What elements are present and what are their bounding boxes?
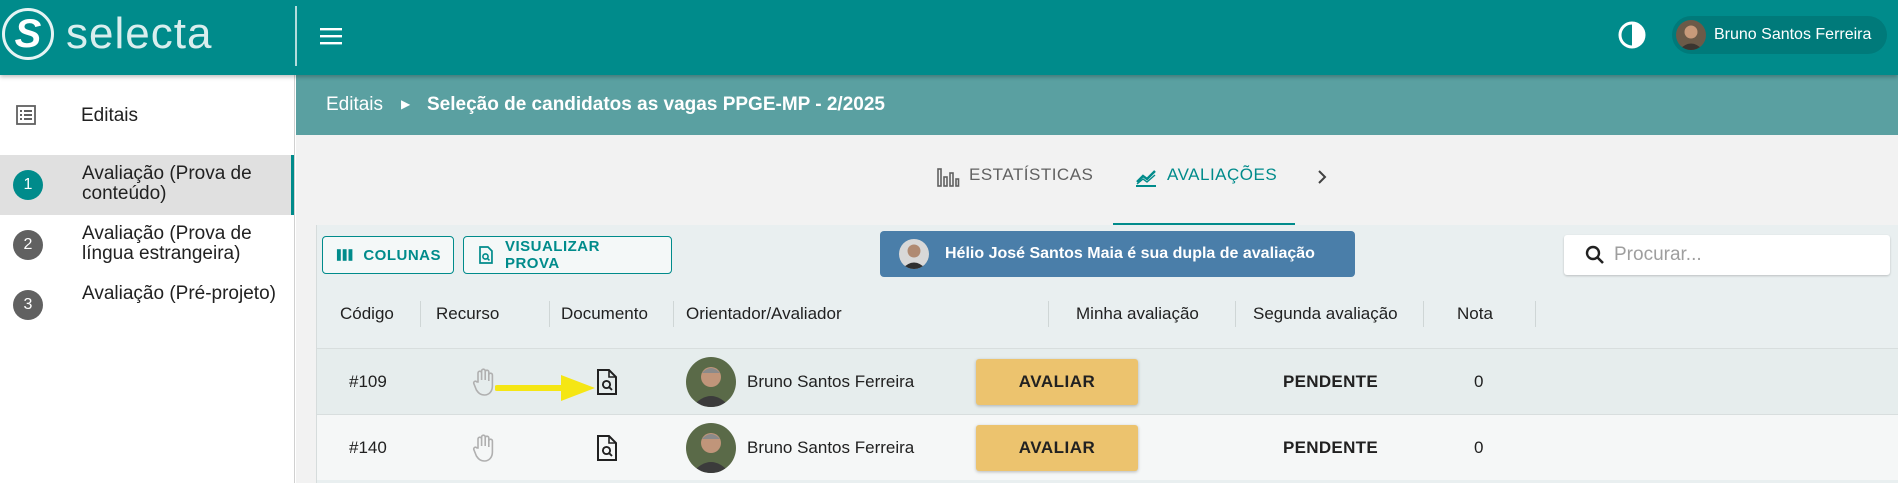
step-label: Avaliação (Prova de conteúdo) — [82, 163, 252, 204]
chevron-right-icon[interactable] — [1312, 167, 1332, 187]
column-divider — [1423, 301, 1424, 327]
search-input[interactable] — [1614, 244, 1874, 266]
document-icon[interactable] — [594, 415, 620, 481]
step-number-badge: 2 — [13, 230, 43, 260]
annotation-arrow-icon — [495, 375, 595, 401]
grade-value: 0 — [1474, 372, 1484, 391]
document-search-icon — [479, 246, 493, 264]
list-icon — [16, 105, 36, 125]
column-divider — [673, 301, 674, 327]
column-divider — [420, 301, 421, 327]
table-row[interactable]: #140 Bruno Santos Ferreira AVALIAR PENDE… — [317, 414, 1898, 480]
hand-icon[interactable] — [471, 349, 497, 415]
search-icon — [1585, 245, 1604, 264]
evaluate-button[interactable]: AVALIAR — [976, 425, 1138, 471]
menu-icon[interactable] — [316, 22, 346, 50]
column-header-documento[interactable]: Documento — [561, 289, 648, 339]
avatar — [686, 357, 736, 407]
tab-avaliacoes[interactable]: AVALIAÇÕES — [1134, 165, 1277, 223]
pair-message: Hélio José Santos Maia é sua dupla de av… — [945, 245, 1315, 262]
hand-icon[interactable] — [471, 415, 497, 481]
columns-icon — [336, 249, 353, 261]
column-divider — [549, 301, 550, 327]
tab-estatisticas[interactable]: ESTATÍSTICAS — [936, 165, 1093, 223]
table-header: Código Recurso Documento Orientador/Aval… — [317, 289, 1898, 339]
breadcrumb: Editais ▶ Seleção de candidatos as vagas… — [296, 75, 1898, 135]
advisor-name: Bruno Santos Ferreira — [747, 372, 915, 391]
advisor-cell: Bruno Santos Ferreira — [686, 349, 914, 415]
column-header-recurso[interactable]: Recurso — [436, 289, 499, 339]
evaluation-pair-banner: Hélio José Santos Maia é sua dupla de av… — [880, 231, 1355, 277]
sidebar-step-3[interactable]: 3 Avaliação (Pré-projeto) — [0, 275, 294, 335]
logo-mark: S — [2, 8, 54, 60]
sidebar-item-label: Editais — [81, 105, 139, 126]
top-app-bar: S selecta Bruno Santos Ferreira — [0, 0, 1898, 75]
avatar — [1676, 20, 1706, 50]
grade-value: 0 — [1474, 438, 1484, 457]
column-header-codigo[interactable]: Código — [340, 289, 394, 339]
step-label: Avaliação (Pré-projeto) — [82, 283, 276, 304]
evaluate-button[interactable]: AVALIAR — [976, 359, 1138, 405]
column-divider — [1048, 301, 1049, 327]
column-header-minha-avaliacao[interactable]: Minha avaliação — [1076, 289, 1199, 339]
user-name: Bruno Santos Ferreira — [1714, 26, 1872, 43]
trending-up-icon — [1136, 170, 1156, 187]
column-divider — [1235, 301, 1236, 327]
avatar — [686, 423, 736, 473]
columns-label: COLUNAS — [363, 246, 441, 264]
advisor-name: Bruno Santos Ferreira — [747, 438, 915, 457]
step-number-badge: 1 — [13, 170, 43, 200]
row-code: #140 — [349, 438, 387, 457]
row-code: #109 — [349, 372, 387, 391]
step-number-badge: 3 — [13, 290, 43, 320]
tab-bar: ESTATÍSTICAS AVALIAÇÕES — [296, 135, 1898, 226]
breadcrumb-editais-link[interactable]: Editais — [326, 94, 383, 116]
avatar — [899, 239, 929, 269]
advisor-cell: Bruno Santos Ferreira — [686, 415, 914, 481]
view-exam-button[interactable]: VISUALIZAR PROVA — [463, 236, 672, 274]
sidebar-item-editais[interactable]: Editais — [0, 95, 294, 135]
column-header-orientador[interactable]: Orientador/Avaliador — [686, 289, 842, 339]
bar-chart-icon — [937, 168, 960, 187]
tab-label: AVALIAÇÕES — [1167, 165, 1278, 184]
sidebar-step-1[interactable]: 1 Avaliação (Prova de conteúdo) — [0, 155, 294, 215]
columns-button[interactable]: COLUNAS — [322, 236, 454, 274]
app-logo[interactable]: S selecta — [2, 8, 212, 60]
user-menu[interactable]: Bruno Santos Ferreira — [1672, 16, 1888, 54]
sidebar: Editais 1 Avaliação (Prova de conteúdo) … — [0, 75, 295, 483]
contrast-icon[interactable] — [1617, 20, 1647, 50]
view-exam-label: VISUALIZAR PROVA — [504, 238, 600, 272]
tab-label: ESTATÍSTICAS — [969, 165, 1094, 184]
logo-text: selecta — [66, 9, 213, 58]
status-badge: PENDENTE — [1283, 372, 1378, 391]
column-header-segunda-avaliacao[interactable]: Segunda avaliação — [1253, 289, 1398, 339]
page-title: Seleção de candidatos as vagas PPGE-MP -… — [427, 94, 885, 115]
chevron-right-icon: ▶ — [401, 97, 411, 111]
header-divider — [295, 6, 297, 66]
search-field[interactable] — [1564, 235, 1890, 275]
sidebar-step-2[interactable]: 2 Avaliação (Prova de língua estrangeira… — [0, 215, 294, 275]
step-label: Avaliação (Prova de língua estrangeira) — [82, 223, 252, 264]
status-badge: PENDENTE — [1283, 438, 1378, 457]
column-divider — [1535, 301, 1536, 327]
column-header-nota[interactable]: Nota — [1457, 289, 1493, 339]
